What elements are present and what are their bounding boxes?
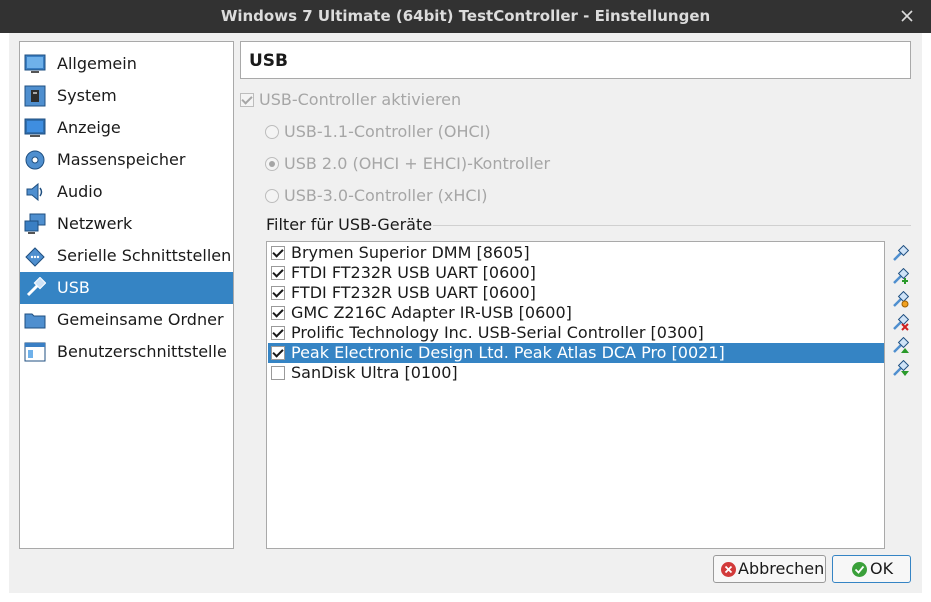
nav-item-anzeige[interactable]: Anzeige xyxy=(20,112,233,144)
usb-1-1-radio[interactable]: USB-1.1-Controller (OHCI) xyxy=(265,121,491,143)
nav-item-label: Anzeige xyxy=(57,118,121,137)
radio-dot xyxy=(265,125,279,139)
system-icon xyxy=(24,85,46,107)
filter-checkbox[interactable] xyxy=(271,346,285,360)
filter-group-divider xyxy=(433,225,911,226)
filter-row-selected[interactable]: Peak Electronic Design Ltd. Peak Atlas D… xyxy=(268,343,884,363)
window-title: Windows 7 Ultimate (64bit) TestControlle… xyxy=(220,7,711,25)
filter-checkbox[interactable] xyxy=(271,266,285,280)
nav-item-label: Netzwerk xyxy=(57,214,133,233)
nav-item-system[interactable]: System xyxy=(20,80,233,112)
nav-item-label: USB xyxy=(57,278,90,297)
enable-usb-controller-checkbox[interactable]: USB-Controller aktivieren xyxy=(240,89,461,111)
ok-label: OK xyxy=(870,559,894,578)
filter-label: SanDisk Ultra [0100] xyxy=(291,363,458,382)
move-down-button[interactable] xyxy=(891,360,909,378)
window-titlebar: Windows 7 Ultimate (64bit) TestControlle… xyxy=(0,0,931,33)
nav-item-label: System xyxy=(57,86,117,105)
filter-checkbox[interactable] xyxy=(271,246,285,260)
ui-icon xyxy=(24,342,46,362)
nav-item-label: Gemeinsame Ordner xyxy=(57,310,224,329)
filter-label: Brymen Superior DMM [8605] xyxy=(291,243,530,262)
nav-item-label: Benutzerschnittstelle xyxy=(57,342,227,361)
usb-filter-list[interactable]: Brymen Superior DMM [8605] FTDI FT232R U… xyxy=(266,241,885,549)
checkbox-box xyxy=(240,93,254,107)
nav-item-audio[interactable]: Audio xyxy=(20,176,233,208)
radio-dot xyxy=(265,157,279,171)
general-icon xyxy=(24,54,46,73)
close-icon[interactable] xyxy=(897,6,917,26)
filter-label: Prolific Technology Inc. USB-Serial Cont… xyxy=(291,323,704,342)
add-device-filter-button[interactable] xyxy=(891,268,909,286)
filter-label: FTDI FT232R USB UART [0600] xyxy=(291,263,536,282)
filter-row[interactable]: SanDisk Ultra [0100] xyxy=(268,363,884,383)
filter-row[interactable]: FTDI FT232R USB UART [0600] xyxy=(268,283,884,303)
usb-3-0-label: USB-3.0-Controller (xHCI) xyxy=(284,186,488,205)
page-header: USB xyxy=(240,41,911,79)
usb-1-1-label: USB-1.1-Controller (OHCI) xyxy=(284,122,491,141)
ok-button[interactable]: OK xyxy=(832,555,911,583)
storage-icon xyxy=(25,150,45,170)
enable-usb-controller-label: USB-Controller aktivieren xyxy=(259,90,462,109)
nav-item-massenspeicher[interactable]: Massenspeicher xyxy=(20,144,233,176)
filter-checkbox[interactable] xyxy=(271,326,285,340)
filter-checkbox[interactable] xyxy=(271,366,285,380)
filter-row[interactable]: GMC Z216C Adapter IR-USB [0600] xyxy=(268,303,884,323)
nav-item-benutzerschnittstelle[interactable]: Benutzerschnittstelle xyxy=(20,336,233,368)
filter-row[interactable]: FTDI FT232R USB UART [0600] xyxy=(268,263,884,283)
cancel-label: Abbrechen xyxy=(738,559,825,578)
usb-2-0-radio[interactable]: USB 2.0 (OHCI + EHCI)-Kontroller xyxy=(265,153,550,175)
nav-item-label: Allgemein xyxy=(57,54,137,73)
filter-group-label: Filter für USB-Geräte xyxy=(266,215,433,234)
usb-icon xyxy=(26,277,46,297)
nav-item-label: Serielle Schnittstellen xyxy=(57,246,232,265)
network-icon xyxy=(24,213,46,234)
usb-3-0-radio[interactable]: USB-3.0-Controller (xHCI) xyxy=(265,185,488,207)
nav-item-netzwerk[interactable]: Netzwerk xyxy=(20,208,233,240)
audio-icon xyxy=(26,182,43,202)
remove-filter-button[interactable] xyxy=(891,314,909,332)
move-up-button[interactable] xyxy=(891,337,909,355)
filter-checkbox[interactable] xyxy=(271,286,285,300)
nav-item-label: Audio xyxy=(57,182,103,201)
folder-icon xyxy=(24,313,46,329)
edit-filter-button[interactable] xyxy=(891,291,909,309)
serial-icon xyxy=(25,247,45,267)
filter-row[interactable]: Brymen Superior DMM [8605] xyxy=(268,243,884,263)
nav-item-allgemein[interactable]: Allgemein xyxy=(20,48,233,80)
filter-label: GMC Z216C Adapter IR-USB [0600] xyxy=(291,303,572,322)
filter-label: FTDI FT232R USB UART [0600] xyxy=(291,283,536,302)
radio-dot xyxy=(265,189,279,203)
cancel-icon xyxy=(721,562,736,577)
display-icon xyxy=(24,118,46,137)
cancel-button[interactable]: Abbrechen xyxy=(713,555,826,583)
nav-item-gemeinsame-ordner[interactable]: Gemeinsame Ordner xyxy=(20,304,233,336)
settings-nav: Allgemein System Anzeige Massenspeicher … xyxy=(19,41,234,549)
filter-checkbox[interactable] xyxy=(271,306,285,320)
filter-label: Peak Electronic Design Ltd. Peak Atlas D… xyxy=(291,343,725,362)
nav-item-usb[interactable]: USB xyxy=(20,272,233,304)
settings-dialog: Allgemein System Anzeige Massenspeicher … xyxy=(9,33,922,593)
usb-2-0-label: USB 2.0 (OHCI + EHCI)-Kontroller xyxy=(284,154,551,173)
nav-item-serielle-schnittstellen[interactable]: Serielle Schnittstellen xyxy=(20,240,233,272)
nav-item-label: Massenspeicher xyxy=(57,150,186,169)
add-empty-filter-button[interactable] xyxy=(891,245,909,263)
ok-icon xyxy=(852,562,867,577)
filter-row[interactable]: Prolific Technology Inc. USB-Serial Cont… xyxy=(268,323,884,343)
page-title: USB xyxy=(249,51,289,71)
